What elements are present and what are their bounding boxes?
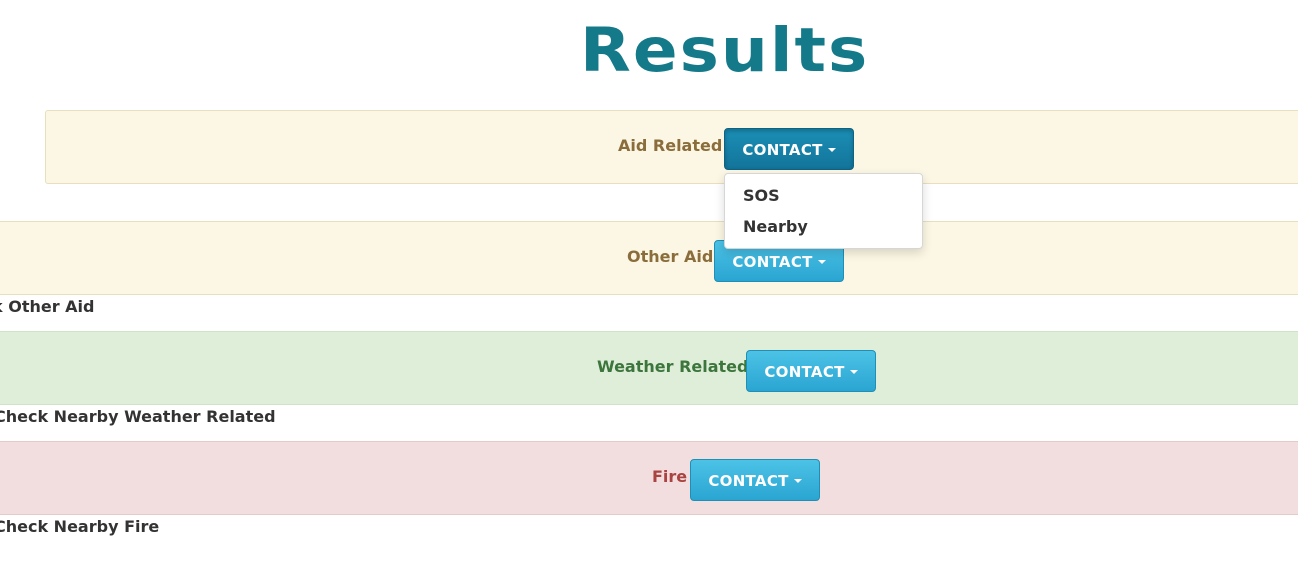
caret-down-icon [849, 370, 858, 374]
caret-down-icon [817, 260, 826, 264]
caret-down-icon [793, 479, 802, 483]
fire-panel [0, 441, 1298, 515]
fire-check-nearby-link[interactable]: Check Nearby Fire [0, 517, 159, 537]
contact-button-label: CONTACT [764, 363, 845, 381]
fire-label: Fire [652, 467, 688, 486]
contact-dropdown-menu: SOS Nearby [724, 173, 923, 249]
caret-down-icon [827, 148, 836, 152]
dropdown-item-sos[interactable]: SOS [743, 186, 780, 206]
contact-button-label: CONTACT [732, 253, 813, 271]
weather-related-label: Weather Related [597, 357, 749, 376]
weather-check-nearby-link[interactable]: Check Nearby Weather Related [0, 407, 276, 427]
contact-button-label: CONTACT [742, 141, 823, 159]
dropdown-item-nearby[interactable]: Nearby [743, 217, 808, 237]
other-aid-label: Other Aid [627, 247, 714, 266]
aid-related-contact-button[interactable]: CONTACT [724, 128, 854, 170]
results-page: Results Aid Related CONTACT Other Aid CO… [0, 0, 1298, 586]
weather-related-contact-button[interactable]: CONTACT [746, 350, 876, 392]
contact-button-label: CONTACT [708, 472, 789, 490]
aid-related-label: Aid Related [618, 136, 723, 155]
fire-contact-button[interactable]: CONTACT [690, 459, 820, 501]
page-title: Results [580, 14, 870, 86]
other-aid-check-link[interactable]: k Other Aid [0, 297, 94, 317]
